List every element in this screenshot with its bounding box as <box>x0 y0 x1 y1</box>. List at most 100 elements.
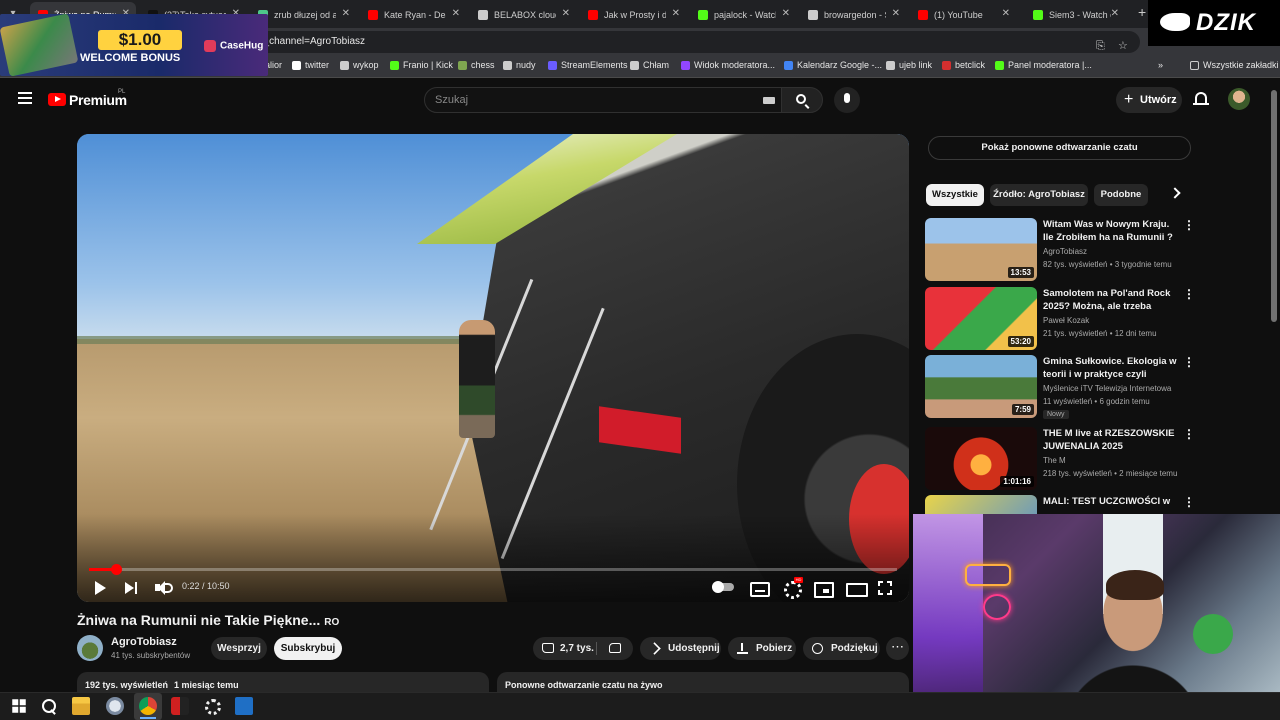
avatar[interactable] <box>1228 88 1250 110</box>
thanks-button[interactable]: Podziękuj <box>803 637 880 660</box>
miniplayer-button[interactable] <box>814 579 834 598</box>
bookmark-item[interactable]: Widok moderatora... <box>681 60 775 71</box>
subtitles-button[interactable] <box>750 579 770 597</box>
windows-start-icon[interactable] <box>12 699 26 713</box>
chip-all[interactable]: Wszystkie <box>926 184 984 206</box>
more-options-icon[interactable]: ⋮ <box>1183 287 1195 301</box>
video-thumbnail[interactable] <box>925 495 1037 514</box>
create-button[interactable]: + Utwórz <box>1116 87 1182 113</box>
more-options-icon[interactable]: ⋮ <box>1183 495 1195 509</box>
video-thumbnail[interactable]: 1:01:16 <box>925 427 1037 490</box>
bookmark-item[interactable]: StreamElements <box>548 60 628 71</box>
recommended-title[interactable]: Samolotem na Pol'and Rock 2025? Można, a… <box>1043 287 1181 313</box>
taskbar-app-icon[interactable] <box>235 697 253 715</box>
recommended-title[interactable]: Witam Was w Nowym Kraju. Ile Zrobiłem ha… <box>1043 218 1181 244</box>
tab-close-icon[interactable]: ✕ <box>782 2 790 26</box>
show-chat-replay-button[interactable]: Pokaż ponowne odtwarzanie czatu <box>928 136 1191 160</box>
recommended-channel[interactable]: Myślenice iTV Telewizja Internetowa <box>1043 384 1171 393</box>
play-button[interactable] <box>93 579 107 597</box>
more-actions-button[interactable]: ⋯ <box>886 637 909 660</box>
browser-tab[interactable]: Kate Ryan - Dese ✕ <box>360 2 466 26</box>
bookmark-item[interactable]: Franio | Kick <box>390 60 453 71</box>
theater-mode-button[interactable] <box>846 579 868 597</box>
bookmark-item[interactable]: ujeb link <box>886 60 932 71</box>
subscribe-button[interactable]: Subskrybuj <box>274 637 342 660</box>
support-button[interactable]: Wesprzyj <box>211 637 267 660</box>
tab-close-icon[interactable]: ✕ <box>1111 2 1119 26</box>
bookmark-item[interactable]: Panel moderatora |... <box>995 60 1092 71</box>
more-options-icon[interactable]: ⋮ <box>1183 427 1195 441</box>
keyboard-icon[interactable] <box>763 97 775 104</box>
file-explorer-icon[interactable] <box>72 697 90 715</box>
recommended-title[interactable]: THE M live at RZESZOWSKIE JUWENALIA 2025 <box>1043 427 1181 453</box>
video-player[interactable]: 0:22 / 10:50 HD <box>77 134 909 602</box>
tab-close-icon[interactable]: ✕ <box>452 2 460 26</box>
new-tab-button[interactable]: + <box>1138 4 1146 20</box>
recommended-video[interactable]: 53:20 Samolotem na Pol'and Rock 2025? Moż… <box>925 287 1195 351</box>
download-button[interactable]: Pobierz <box>728 637 796 660</box>
tab-close-icon[interactable]: ✕ <box>892 2 900 26</box>
voice-search-icon[interactable] <box>834 87 860 113</box>
autoplay-toggle[interactable] <box>712 581 734 593</box>
tab-close-icon[interactable]: ✕ <box>1002 2 1010 26</box>
recommended-title[interactable]: MALI: TEST UCZCIWOŚCI w <box>1043 495 1181 508</box>
browser-tab[interactable]: pajalock - Watch ✕ <box>690 2 796 26</box>
chrome-icon[interactable] <box>139 697 157 715</box>
thumbs-up-icon[interactable] <box>542 643 554 653</box>
recommended-video[interactable]: 13:53 Witam Was w Nowym Kraju. Ile Zrobił… <box>925 218 1195 282</box>
chip-from-channel[interactable]: Źródło: AgroTobiasz <box>990 184 1088 206</box>
bookmark-item[interactable]: betclick <box>942 60 985 71</box>
bookmark-item[interactable]: chess <box>458 60 495 71</box>
channel-name[interactable]: AgroTobiasz <box>111 636 177 648</box>
bookmarks-overflow-icon[interactable]: » <box>1158 60 1163 70</box>
video-thumbnail[interactable]: 7:59 <box>925 355 1037 418</box>
all-bookmarks-button[interactable]: Wszystkie zakładki <box>1190 60 1279 71</box>
volume-button[interactable] <box>155 579 173 597</box>
browser-tab[interactable]: browargedon - S ✕ <box>800 2 906 26</box>
like-count[interactable]: 2,7 tys. <box>560 637 594 660</box>
thumbs-down-icon[interactable] <box>609 643 621 653</box>
browser-tab[interactable]: BELABOX cloud ✕ <box>470 2 576 26</box>
next-button[interactable] <box>125 579 139 597</box>
bookmark-item[interactable]: Kalendarz Google -... <box>784 60 882 71</box>
bookmark-item[interactable]: twitter <box>292 60 329 71</box>
share-button[interactable]: Udostępnij <box>640 637 721 660</box>
settings-icon[interactable] <box>203 697 221 715</box>
install-app-icon[interactable]: ⎘ <box>1096 35 1105 57</box>
browser-tab[interactable]: Siem3 - Watch cl ✕ <box>1025 2 1125 26</box>
recommended-video[interactable]: 7:59 Gmina Sułkowice. Ekologia w teorii i… <box>925 355 1195 419</box>
notifications-bell-icon[interactable] <box>1193 92 1209 105</box>
recommended-video[interactable]: 1:01:16 THE M live at RZESZOWSKIE JUWENAL… <box>925 427 1195 491</box>
browser-tab[interactable]: Jak w Prosty i do ✕ <box>580 2 686 26</box>
fullscreen-button[interactable] <box>878 579 892 597</box>
bookmark-item[interactable]: Chłam <box>630 60 669 71</box>
browser-tab[interactable]: (1) YouTube ✕ <box>910 2 1016 26</box>
search-button[interactable] <box>781 87 823 113</box>
chevron-right-icon[interactable] <box>1169 187 1181 199</box>
page-scrollbar[interactable] <box>1271 90 1277 322</box>
taskbar-search-icon[interactable] <box>40 697 58 715</box>
bookmark-item[interactable]: nudy <box>503 60 536 71</box>
tab-close-icon[interactable]: ✕ <box>562 2 570 26</box>
recommended-video[interactable]: MALI: TEST UCZCIWOŚCI w ⋮ <box>925 495 1195 514</box>
youtube-logo-icon[interactable] <box>48 93 66 106</box>
recommended-channel[interactable]: AgroTobiasz <box>1043 247 1087 256</box>
video-thumbnail[interactable]: 53:20 <box>925 287 1037 350</box>
more-options-icon[interactable]: ⋮ <box>1183 355 1195 369</box>
recommended-channel[interactable]: The M <box>1043 456 1066 465</box>
menu-icon[interactable] <box>18 92 32 104</box>
tab-close-icon[interactable]: ✕ <box>342 2 350 26</box>
channel-avatar[interactable] <box>77 635 103 661</box>
tab-close-icon[interactable]: ✕ <box>672 2 680 26</box>
video-thumbnail[interactable]: 13:53 <box>925 218 1037 281</box>
address-bar[interactable]: b_channel=AgroTobiasz ⎘ ☆ <box>230 31 1140 53</box>
search-input[interactable]: Szukaj <box>424 87 782 113</box>
taskbar-app-icon[interactable] <box>171 697 189 715</box>
recommended-channel[interactable]: Paweł Kozak <box>1043 316 1089 325</box>
taskbar-app-icon[interactable] <box>106 697 124 715</box>
chip-related[interactable]: Podobne <box>1094 184 1148 206</box>
more-options-icon[interactable]: ⋮ <box>1183 218 1195 232</box>
progress-bar[interactable] <box>89 564 897 575</box>
bookmark-item[interactable]: wykop <box>340 60 379 71</box>
bookmark-star-icon[interactable]: ☆ <box>1118 35 1128 57</box>
